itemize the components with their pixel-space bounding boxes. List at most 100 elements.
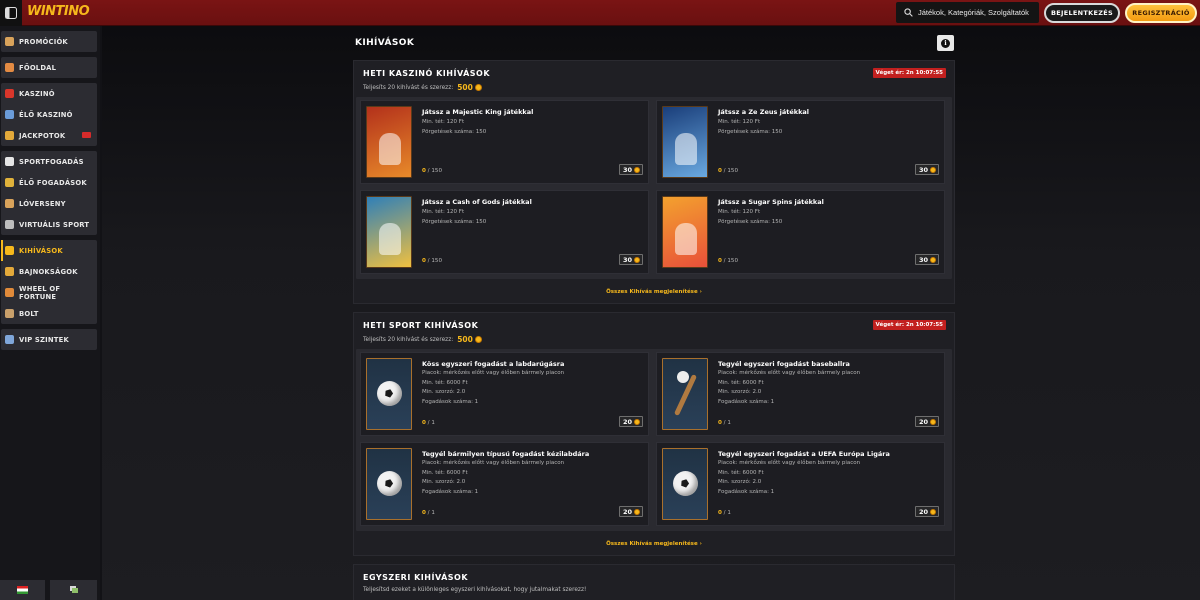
sidebar-item-label: WHEEL OF FORTUNE — [19, 284, 61, 301]
live-ball-icon — [5, 178, 14, 187]
chat-button[interactable] — [50, 580, 97, 600]
challenge-card[interactable]: Köss egyszeri fogadást a labdarúgásra Pia… — [360, 352, 649, 436]
challenge-card[interactable]: Játssz a Cash of Gods játékkal Min. tét: … — [360, 190, 649, 274]
game-character-art — [379, 133, 401, 165]
sidebar-item-live-ball[interactable]: ÉLŐ FOGADÁSOK — [1, 172, 97, 193]
reward-badge: 20 — [618, 506, 643, 517]
sidebar-toggle-button[interactable] — [0, 0, 22, 26]
sidebar-item-shop[interactable]: BOLT — [1, 303, 97, 324]
challenge-title: Tegyél bármilyen típusú fogadást kézilab… — [422, 450, 590, 458]
sidebar-group: KIHÍVÁSOK BAJNOKSÁGOK WHEEL OF FORTUNE BOLT — [1, 240, 97, 324]
challenge-progress: 0 / 150 — [422, 258, 442, 264]
challenge-card[interactable]: Játssz a Majestic King játékkal Min. tét:… — [360, 100, 649, 184]
info-button[interactable]: i — [937, 35, 954, 51]
game-character-art — [675, 223, 697, 255]
sidebar-item-dealer[interactable]: ÉLŐ KASZINÓ — [1, 104, 97, 125]
game-character-art — [379, 223, 401, 255]
progress-total: / 1 — [425, 420, 435, 426]
search-input[interactable] — [918, 8, 1038, 17]
casino-challenges-section: HETI KASZINÓ KIHÍVÁSOK Teljesíts 20 kihí… — [353, 60, 955, 304]
challenge-requirement: Fogadások száma: 1 — [718, 398, 775, 405]
sidebar-group: VIP SZINTEK — [1, 329, 97, 350]
challenge-title: Tegyél egyszeri fogadást a UEFA Európa L… — [718, 450, 890, 458]
reward-value: 20 — [918, 417, 928, 426]
sidebar-item-trophy[interactable]: BAJNOKSÁGOK — [1, 261, 97, 282]
reward-value: 30 — [918, 165, 928, 174]
coin-icon — [474, 336, 482, 343]
wheel-icon — [5, 288, 14, 297]
sidebar-item-wheel[interactable]: WHEEL OF FORTUNE — [1, 282, 97, 303]
sidebar-item-gamepad[interactable]: VIRTUÁLIS SPORT — [1, 214, 97, 235]
horse-icon — [5, 199, 14, 208]
challenge-progress: 0 / 1 — [422, 510, 435, 516]
soccer-ball-thumb — [366, 358, 412, 430]
challenge-grid: Köss egyszeri fogadást a labdarúgásra Pia… — [356, 349, 952, 531]
challenge-progress: 0 / 1 — [718, 420, 731, 426]
challenge-requirement: Fogadások száma: 1 — [422, 488, 479, 495]
challenge-title: Játssz a Sugar Spins játékkal — [718, 198, 824, 206]
challenge-requirement: Min. tét: 6000 Ft — [718, 379, 764, 386]
challenge-card[interactable]: Játssz a Sugar Spins játékkal Min. tét: 1… — [656, 190, 945, 274]
sidebar-item-label: BOLT — [19, 309, 39, 318]
sidebar-item-horse[interactable]: LÓVERSENY — [1, 193, 97, 214]
challenge-card[interactable]: Játssz a Ze Zeus játékkal Min. tét: 120 F… — [656, 100, 945, 184]
timer-badge: Véget ér: 2n 10:07:55 — [872, 320, 946, 330]
ball-art — [377, 471, 402, 496]
challenge-progress: 0 / 150 — [718, 258, 738, 264]
trophy-icon — [5, 267, 14, 276]
reward-badge: 20 — [618, 416, 643, 427]
sidebar-item-soccer-ball[interactable]: SPORTFOGADÁS — [1, 151, 97, 172]
challenge-card[interactable]: Tegyél egyszeri fogadást a UEFA Európa L… — [656, 442, 945, 526]
challenge-requirement: Min. tét: 120 Ft — [718, 119, 761, 125]
challenge-card[interactable]: Tegyél egyszeri fogadást baseballra Piaco… — [656, 352, 945, 436]
show-all-challenges-link[interactable]: Összes Kihívás megjelenítése › — [354, 289, 954, 295]
wintino-logo[interactable]: WINTINO — [27, 4, 90, 19]
gamepad-icon — [5, 220, 14, 229]
challenge-requirement: Fogadások száma: 1 — [422, 398, 479, 405]
sidebar-toggle-icon — [5, 7, 17, 19]
europa-league-thumb — [662, 448, 708, 520]
challenge-requirement: Piacok: mérkőzés előtt vagy élőben bárme… — [718, 370, 861, 376]
challenge-title: Játssz a Cash of Gods játékkal — [422, 198, 532, 206]
challenge-requirement: Min. tét: 6000 Ft — [422, 469, 468, 476]
baseball-thumb — [662, 358, 708, 430]
challenge-requirement: Min. tét: 6000 Ft — [422, 379, 468, 386]
sport-challenges-section: HETI SPORT KIHÍVÁSOK Teljesíts 20 kihívá… — [353, 312, 955, 556]
sidebar-item-home[interactable]: FŐOLDAL — [1, 57, 97, 78]
sidebar-item-vip[interactable]: VIP SZINTEK — [1, 329, 97, 350]
login-button[interactable]: BEJELENTKEZÉS — [1044, 3, 1120, 23]
challenge-card[interactable]: Tegyél bármilyen típusú fogadást kézilab… — [360, 442, 649, 526]
challenge-requirement: Min. tét: 6000 Ft — [718, 469, 764, 476]
challenge-requirement: Pörgetések száma: 150 — [422, 218, 487, 225]
soccer-ball-icon — [5, 157, 14, 166]
register-button[interactable]: REGISZTRÁCIÓ — [1125, 3, 1197, 23]
progress-total: / 1 — [721, 420, 731, 426]
sidebar-item-label: BAJNOKSÁGOK — [19, 267, 78, 276]
reward-value: 30 — [622, 255, 632, 264]
horseshoe-icon — [5, 131, 14, 140]
challenge-requirement: Pörgetések száma: 150 — [718, 128, 783, 135]
sidebar-item-label: ÉLŐ FOGADÁSOK — [19, 178, 87, 187]
sidebar-item-horseshoe[interactable]: JACKPOTOK — [1, 125, 97, 146]
hungary-flag-icon — [17, 586, 28, 594]
majestic-king-thumb — [366, 106, 412, 178]
search-box[interactable] — [896, 2, 1039, 23]
show-all-challenges-link[interactable]: Összes Kihívás megjelenítése › — [354, 541, 954, 547]
sidebar-item-label: KIHÍVÁSOK — [19, 246, 63, 255]
challenge-icon — [5, 246, 14, 255]
ze-zeus-thumb — [662, 106, 708, 178]
language-selector[interactable] — [0, 580, 45, 600]
sidebar-item-challenge[interactable]: KIHÍVÁSOK — [1, 240, 97, 261]
challenge-title: Tegyél egyszeri fogadást baseballra — [718, 360, 850, 368]
one-time-challenges-section: EGYSZERI KIHÍVÁSOK Teljesítsd ezeket a k… — [353, 564, 955, 600]
sidebar-item-cherries[interactable]: KASZINÓ — [1, 83, 97, 104]
section-title: EGYSZERI KIHÍVÁSOK — [363, 573, 469, 582]
sidebar-item-label: PROMÓCIÓK — [19, 37, 68, 46]
challenge-progress: 0 / 150 — [718, 168, 738, 174]
challenge-requirement: Pörgetések száma: 150 — [718, 218, 783, 225]
reward-value: 30 — [918, 255, 928, 264]
challenge-requirement: Fogadások száma: 1 — [718, 488, 775, 495]
sidebar-item-gift[interactable]: PROMÓCIÓK — [1, 31, 97, 52]
challenge-requirement: Min. szorzó: 2.0 — [422, 479, 466, 485]
main-content: KIHÍVÁSOK i HETI KASZINÓ KIHÍVÁSOK Telje… — [102, 26, 1200, 600]
